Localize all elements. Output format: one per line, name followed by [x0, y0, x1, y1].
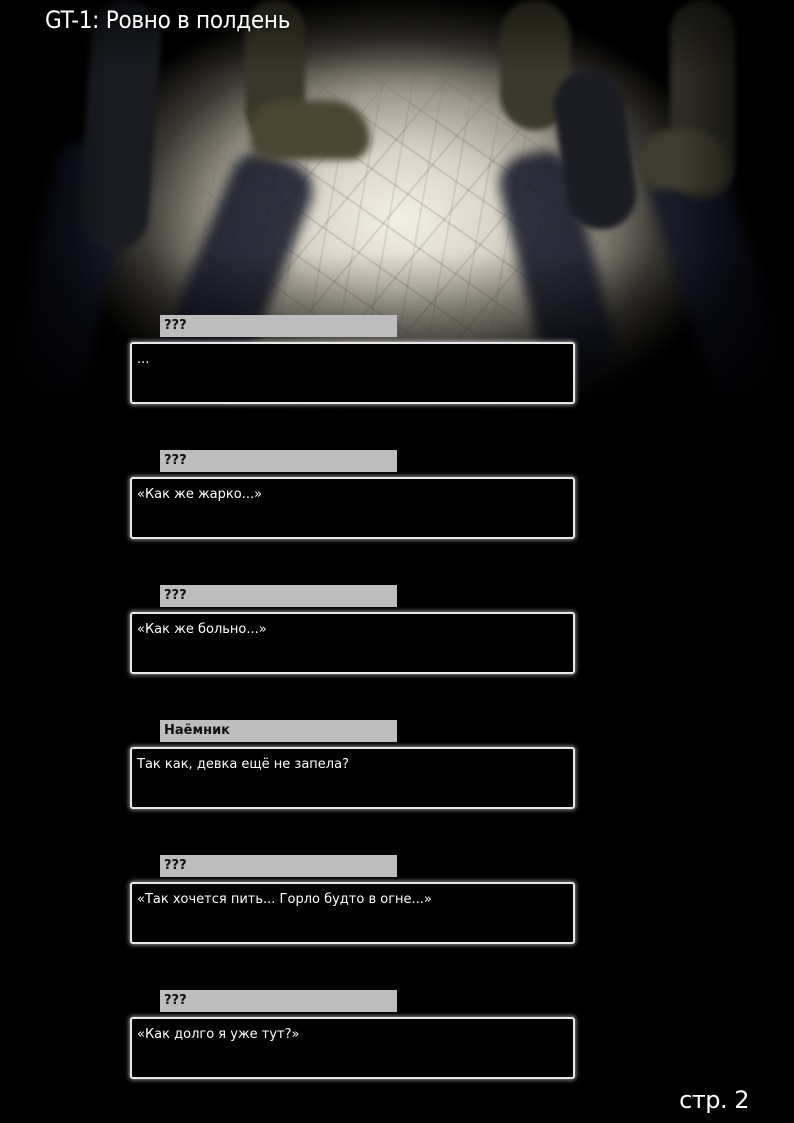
speaker-name-tab: ???: [160, 450, 397, 472]
dialog-text: «Так хочется пить... Горло будто в огне.…: [130, 882, 575, 944]
dialog-box: ??? «Как же жарко...»: [130, 450, 575, 545]
speaker-name-tab: ???: [160, 990, 397, 1012]
dialog-text: Так как, девка ещё не запела?: [130, 747, 575, 809]
dialog-box: ??? ...: [130, 315, 575, 410]
speaker-name-tab: ???: [160, 585, 397, 607]
dialog-box: ??? «Как же больно...»: [130, 585, 575, 680]
dialog-text: «Как же жарко...»: [130, 477, 575, 539]
dialog-box: Наёмник Так как, девка ещё не запела?: [130, 720, 575, 815]
speaker-name-tab: ???: [160, 855, 397, 877]
page-title: GT-1: Ровно в полдень: [45, 6, 291, 34]
dialog-text: ...: [130, 342, 575, 404]
dialog-text: «Как же больно...»: [130, 612, 575, 674]
speaker-name-tab: Наёмник: [160, 720, 397, 742]
dialog-box: ??? «Как долго я уже тут?»: [130, 990, 575, 1085]
comic-page: GT-1: Ровно в полдень ??? ... ??? «Как ж…: [0, 0, 794, 1123]
dialog-text: «Как долго я уже тут?»: [130, 1017, 575, 1079]
page-number: стр. 2: [679, 1086, 749, 1114]
speaker-name-tab: ???: [160, 315, 397, 337]
dialog-box: ??? «Так хочется пить... Горло будто в о…: [130, 855, 575, 950]
